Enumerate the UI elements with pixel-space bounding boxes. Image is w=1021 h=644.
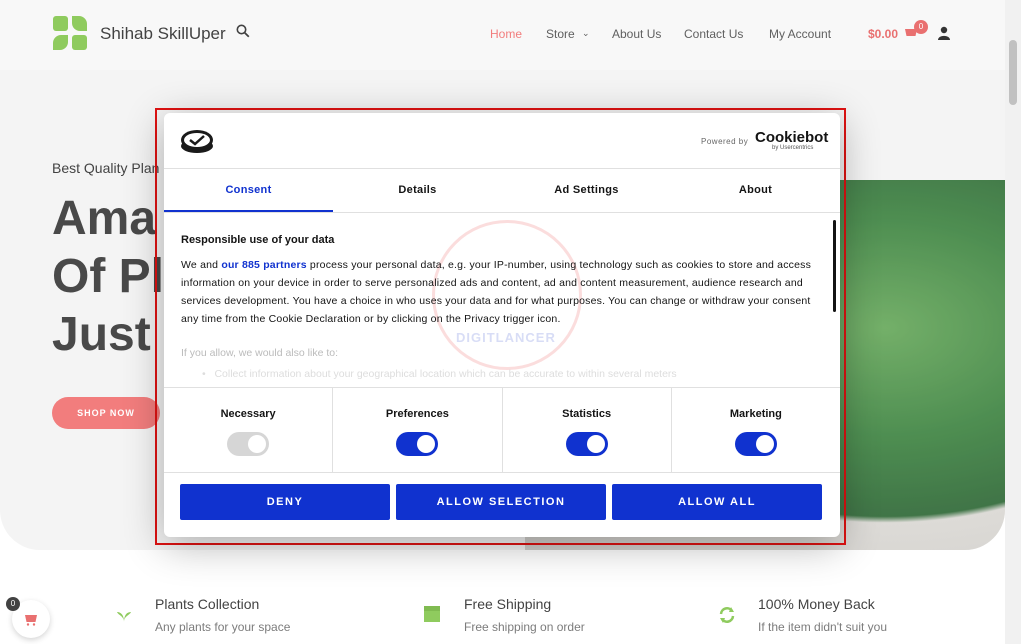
consent-bullet: • Collect information about your geograp… [202, 368, 677, 380]
statistics-switch[interactable] [565, 432, 608, 456]
necessary-switch [227, 432, 270, 456]
cookiebot-sub: by Usercentrics [772, 145, 814, 151]
tab-details[interactable]: Details [333, 169, 502, 212]
deny-button[interactable]: DENY [180, 484, 390, 520]
tab-consent[interactable]: Consent [164, 169, 333, 212]
cookie-consent-dialog: Powered by Cookiebot by Usercentrics Con… [164, 113, 840, 537]
consent-toggles: Necessary Preferences Statistics Marketi… [164, 387, 840, 473]
dialog-header: Powered by Cookiebot by Usercentrics [164, 113, 840, 169]
toggle-marketing: Marketing [672, 388, 840, 472]
content-scrollbar[interactable] [833, 220, 836, 312]
cookiebot-logo[interactable]: Cookiebot [755, 129, 828, 146]
bullet-text: Collect information about your geographi… [214, 368, 677, 380]
powered-by-label: Powered by [701, 137, 749, 146]
consent-content[interactable]: DIGITLANCER Responsible use of your data… [164, 214, 840, 386]
site-brand-icon [181, 130, 213, 153]
allow-all-button[interactable]: ALLOW ALL [612, 484, 822, 520]
partners-link[interactable]: our 885 partners [221, 259, 306, 271]
consent-more: If you allow, we would also like to: [181, 347, 338, 359]
allow-selection-button[interactable]: ALLOW SELECTION [396, 484, 606, 520]
page-scrollbar[interactable] [1005, 0, 1021, 644]
tab-about[interactable]: About [671, 169, 840, 212]
toggle-statistics: Statistics [503, 388, 672, 472]
consent-heading: Responsible use of your data [181, 234, 335, 246]
scrollbar-thumb[interactable] [1009, 40, 1017, 105]
body-text: We and [181, 259, 222, 271]
consent-tabs: Consent Details Ad Settings About [164, 169, 840, 213]
toggle-label: Necessary [220, 408, 276, 420]
consent-body: We and our 885 partners process your per… [181, 256, 821, 328]
toggle-label: Marketing [729, 408, 782, 420]
toggle-label: Statistics [562, 408, 612, 420]
toggle-necessary: Necessary [164, 388, 334, 472]
preferences-switch[interactable] [396, 432, 439, 456]
tab-ad-settings[interactable]: Ad Settings [502, 169, 671, 212]
toggle-preferences: Preferences [333, 388, 503, 472]
watermark-text: DIGITLANCER [456, 330, 556, 345]
marketing-switch[interactable] [734, 432, 777, 456]
toggle-label: Preferences [385, 408, 449, 420]
